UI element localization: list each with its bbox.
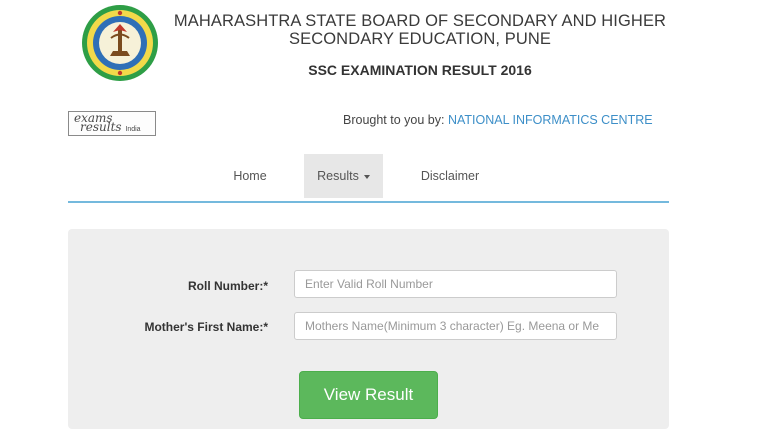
logo-word-india: India [125,126,141,133]
main-nav: Home Results Disclaimer [68,154,669,198]
mother-name-input[interactable] [294,312,617,340]
board-title-line2: SECONDARY EDUCATION, PUNE [289,30,551,48]
nav-divider [68,201,669,203]
nav-home[interactable]: Home [218,154,282,198]
nav-results-label: Results [317,169,359,183]
board-title-line1: MAHARASHTRA STATE BOARD OF SECONDARY AND… [173,12,667,30]
result-form-panel: Roll Number:* Mother's First Name:* View… [68,229,669,429]
nic-link[interactable]: NATIONAL INFORMATICS CENTRE [448,113,653,127]
board-logo [81,4,159,82]
exam-title: SSC EXAMINATION RESULT 2016 [308,62,532,78]
mother-name-label: Mother's First Name:* [144,320,268,334]
logo-word-results: results India [80,120,155,135]
view-result-button[interactable]: View Result [299,371,438,419]
board-title: MAHARASHTRA STATE BOARD OF SECONDARY AND… [170,12,670,48]
brought-prefix: Brought to you by: [343,113,445,127]
caret-down-icon [363,174,370,179]
roll-number-input[interactable] [294,270,617,298]
examsresults-india-logo[interactable]: exams results India [68,111,156,136]
roll-number-label: Roll Number:* [187,279,268,293]
nav-results-dropdown[interactable]: Results [304,154,383,198]
nav-disclaimer[interactable]: Disclaimer [406,154,494,198]
logo-word-results-text: results [80,120,122,134]
brought-to-you-by: Brought to you by: NATIONAL INFORMATICS … [343,113,653,127]
maharashtra-board-seal-icon [82,5,158,81]
